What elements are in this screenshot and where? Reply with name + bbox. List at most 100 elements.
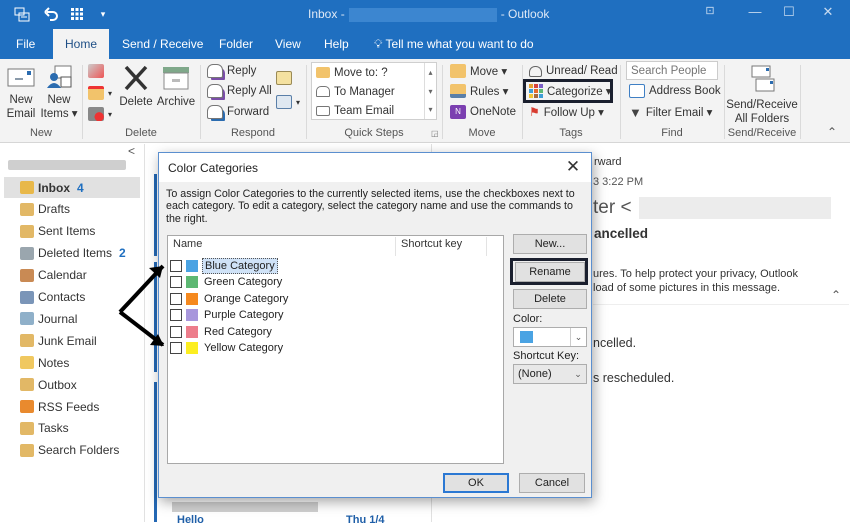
tab-folder[interactable]: Folder — [215, 29, 257, 59]
tab-file[interactable]: File — [12, 29, 39, 59]
dialog-close-button[interactable]: ✕ — [561, 156, 585, 178]
category-row[interactable]: Yellow Category — [170, 340, 285, 356]
category-name[interactable]: Purple Category — [202, 308, 286, 322]
close-window-button[interactable]: ✕ — [808, 4, 848, 24]
customize-qat-icon[interactable]: ▾ — [96, 5, 110, 23]
ribbon-display-button[interactable]: ⊡ — [690, 4, 730, 24]
category-checkbox[interactable] — [170, 276, 182, 289]
forward-button[interactable]: Forward — [207, 103, 269, 121]
category-name[interactable]: Yellow Category — [202, 341, 285, 355]
ok-button[interactable]: OK — [443, 473, 509, 493]
quick-step-to-manager[interactable]: To Manager — [312, 82, 436, 101]
junk-button[interactable]: ▾ — [88, 105, 112, 123]
group-label-find: Find — [661, 127, 683, 139]
new-email-icon — [7, 68, 35, 87]
forward-label: Forward — [227, 106, 270, 118]
send-receive-all-button[interactable]: Send/Receive All Folders — [726, 64, 798, 126]
category-name[interactable]: Red Category — [202, 325, 274, 339]
folder-label: Drafts — [38, 202, 71, 217]
category-checkbox[interactable] — [170, 325, 182, 338]
follow-up-button[interactable]: ⚑ Follow Up ▾ — [529, 103, 604, 121]
quick-steps-scroll[interactable]: ▴ ▾ ▾ — [424, 63, 436, 119]
category-name[interactable]: Blue Category — [202, 258, 278, 274]
collapse-folder-pane-button[interactable]: < — [128, 144, 135, 158]
address-book-button[interactable]: Address Book — [629, 82, 721, 100]
shortcut-key-dropdown[interactable]: (None) ⌄ — [513, 364, 587, 384]
tell-me-box[interactable]: 💡︎ Tell me what you want to do — [370, 29, 538, 59]
new-category-button[interactable]: New... — [513, 234, 587, 254]
category-name[interactable]: Orange Category — [202, 292, 290, 306]
quick-step-team-email[interactable]: Team Email — [312, 101, 436, 120]
cancel-button[interactable]: Cancel — [519, 473, 585, 493]
message-subject[interactable]: Hello — [177, 514, 204, 526]
delete-category-button[interactable]: Delete — [513, 289, 587, 309]
new-items-button[interactable]: New Items ▾ — [40, 65, 78, 121]
unread-read-button[interactable]: Unread/ Read — [529, 62, 618, 80]
column-divider[interactable] — [486, 237, 487, 256]
sidebar-item-notes[interactable]: Notes — [4, 352, 140, 373]
tab-view[interactable]: View — [271, 29, 305, 59]
undo-icon[interactable] — [42, 5, 60, 23]
color-dropdown[interactable]: ⌄ — [513, 327, 587, 347]
category-checkbox[interactable] — [170, 260, 182, 272]
category-row[interactable]: Blue Category — [170, 258, 278, 274]
reply-button[interactable]: Reply — [207, 62, 256, 80]
privacy-notice-line2[interactable]: load of some pictures in this message. — [593, 282, 780, 294]
apps-icon[interactable] — [68, 5, 86, 23]
collapse-header-icon[interactable]: ⌃ — [831, 288, 841, 302]
category-checkbox[interactable] — [170, 309, 182, 322]
sidebar-item-sent-items[interactable]: Sent Items — [4, 221, 140, 242]
sidebar-item-deleted-items[interactable]: Deleted Items 2 — [4, 243, 140, 264]
quick-step-move-to[interactable]: Move to: ? — [312, 63, 436, 82]
category-row[interactable]: Green Category — [170, 274, 284, 290]
account-name-redacted[interactable] — [8, 160, 126, 170]
quick-steps-dialog-launcher[interactable]: ◲ — [431, 129, 439, 138]
move-button[interactable]: Move ▾ — [450, 62, 507, 80]
sidebar-item-inbox[interactable]: Inbox 4 — [4, 177, 140, 198]
column-header-shortcut[interactable]: Shortcut key — [401, 238, 462, 255]
maximize-button[interactable]: ☐ — [769, 4, 809, 24]
tab-home[interactable]: Home — [53, 29, 109, 59]
category-name[interactable]: Green Category — [202, 275, 284, 289]
tab-send-receive[interactable]: Send / Receive — [118, 29, 207, 59]
sidebar-item-junk-email[interactable]: Junk Email — [4, 330, 140, 351]
meeting-reply-button[interactable] — [276, 69, 292, 87]
sidebar-item-calendar[interactable]: Calendar — [4, 265, 140, 286]
privacy-notice-line1[interactable]: ures. To help protect your privacy, Outl… — [593, 268, 798, 280]
column-divider[interactable] — [395, 237, 396, 256]
new-items-line2: Items ▾ — [40, 108, 78, 120]
reply-icon — [207, 64, 223, 78]
sidebar-item-contacts[interactable]: Contacts — [4, 287, 140, 308]
categories-list[interactable]: Name Shortcut key Blue Category Green Cat… — [167, 235, 504, 464]
more-respond-button[interactable]: ▾ — [276, 93, 300, 111]
reply-all-button[interactable]: Reply All — [207, 82, 272, 100]
sidebar-item-rss-feeds[interactable]: RSS Feeds — [4, 396, 140, 417]
folder-label: Junk Email — [38, 333, 97, 348]
collapse-ribbon-button[interactable]: ⌃ — [827, 125, 837, 139]
filter-icon: ▼ — [629, 104, 642, 120]
new-email-button[interactable]: New Email — [4, 65, 38, 121]
sidebar-item-journal[interactable]: Journal — [4, 308, 140, 329]
category-row[interactable]: Purple Category — [170, 307, 286, 323]
column-header-name[interactable]: Name — [173, 238, 202, 255]
filter-email-button[interactable]: ▼ Filter Email ▾ — [629, 103, 712, 121]
category-row[interactable]: Orange Category — [170, 291, 290, 307]
junk-icon — [20, 334, 34, 348]
send-receive-icon[interactable] — [12, 5, 32, 23]
sidebar-item-search-folders[interactable]: Search Folders — [4, 440, 140, 461]
archive-button[interactable]: Archive — [156, 65, 196, 109]
category-row[interactable]: Red Category — [170, 324, 274, 340]
sidebar-item-drafts[interactable]: Drafts — [4, 199, 140, 220]
sidebar-item-tasks[interactable]: Tasks — [4, 418, 140, 439]
rules-button[interactable]: Rules ▾ — [450, 82, 508, 100]
tab-help[interactable]: Help — [320, 29, 353, 59]
category-checkbox[interactable] — [170, 342, 182, 354]
onenote-button[interactable]: N OneNote — [450, 103, 516, 121]
title-prefix: Inbox - — [308, 7, 345, 21]
delete-button[interactable]: Delete — [118, 65, 154, 109]
sidebar-item-outbox[interactable]: Outbox — [4, 374, 140, 395]
category-checkbox[interactable] — [170, 292, 182, 305]
search-people-input[interactable] — [626, 61, 718, 80]
ignore-button[interactable] — [88, 62, 104, 80]
clean-up-button[interactable]: ▾ — [88, 84, 112, 102]
